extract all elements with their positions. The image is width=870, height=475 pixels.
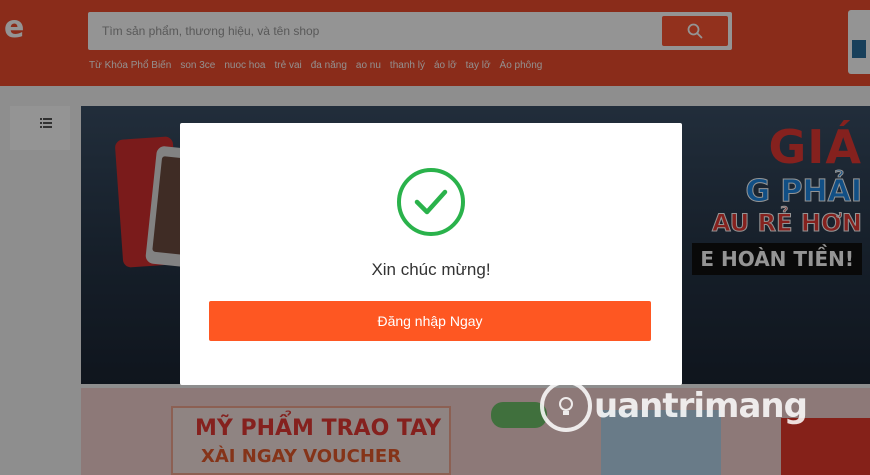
check-circle-icon <box>397 168 465 236</box>
dialog-title: Xin chúc mừng! <box>371 260 491 279</box>
lightbulb-icon <box>540 380 592 432</box>
watermark: uantrimang <box>540 380 808 432</box>
watermark-text: uantrimang <box>594 386 808 426</box>
login-now-button[interactable]: Đăng nhập Ngay <box>209 301 651 341</box>
success-dialog: Xin chúc mừng! Đăng nhập Ngay <box>180 123 682 385</box>
